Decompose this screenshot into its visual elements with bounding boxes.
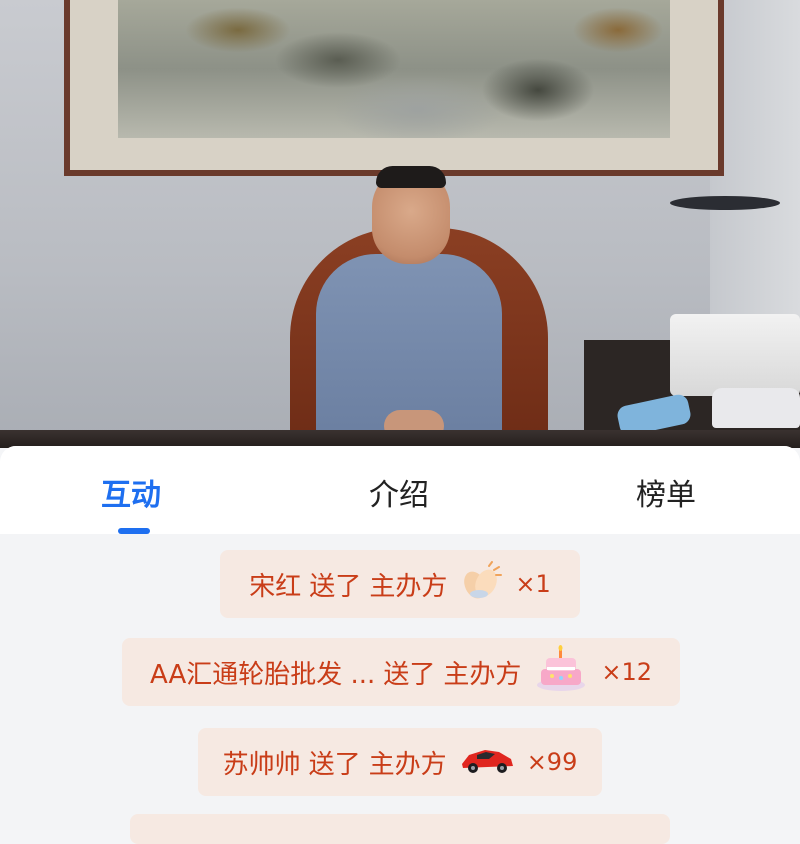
desk-phone (712, 388, 800, 428)
gift-action: 送了 (383, 659, 436, 690)
gift-message: 苏帅帅 送了 主办方 ×99 (198, 728, 602, 796)
gift-sender: AA汇通轮胎批发 ... (149, 659, 376, 690)
interaction-panel: 互动 介绍 榜单 宋红 送了 主办方 ×1 AA汇通轮胎批发 ... 送了 主办… (0, 446, 800, 844)
gift-message-partial (130, 814, 670, 844)
tab-interaction[interactable]: 互动 (101, 470, 161, 514)
gift-count: ×1 (515, 570, 551, 598)
sports-car-icon (459, 742, 515, 783)
birthday-cake-icon (533, 644, 589, 700)
clapping-hands-icon (459, 560, 503, 608)
gift-action: 送了 (308, 749, 361, 780)
landscape-painting (64, 0, 724, 176)
presenter-hair (376, 166, 446, 188)
gift-message: AA汇通轮胎批发 ... 送了 主办方 ×12 (122, 638, 680, 706)
gift-sender: 宋红 (249, 571, 302, 602)
tab-bar: 互动 介绍 榜单 (0, 446, 800, 534)
printer (670, 314, 800, 396)
desk-lamp (670, 196, 780, 210)
gift-target: 主办方 (368, 749, 447, 780)
gift-count: ×99 (526, 748, 578, 776)
tab-introduction[interactable]: 介绍 (369, 470, 429, 514)
active-tab-indicator (118, 528, 150, 534)
gift-target: 主办方 (443, 659, 522, 690)
gift-message: 宋红 送了 主办方 ×1 (220, 550, 580, 618)
tab-ranking[interactable]: 榜单 (636, 470, 696, 514)
gift-count: ×12 (601, 658, 653, 686)
gift-action: 送了 (309, 571, 362, 602)
live-video[interactable] (0, 0, 800, 448)
gift-target: 主办方 (369, 571, 448, 602)
gift-sender: 苏帅帅 (222, 749, 301, 780)
